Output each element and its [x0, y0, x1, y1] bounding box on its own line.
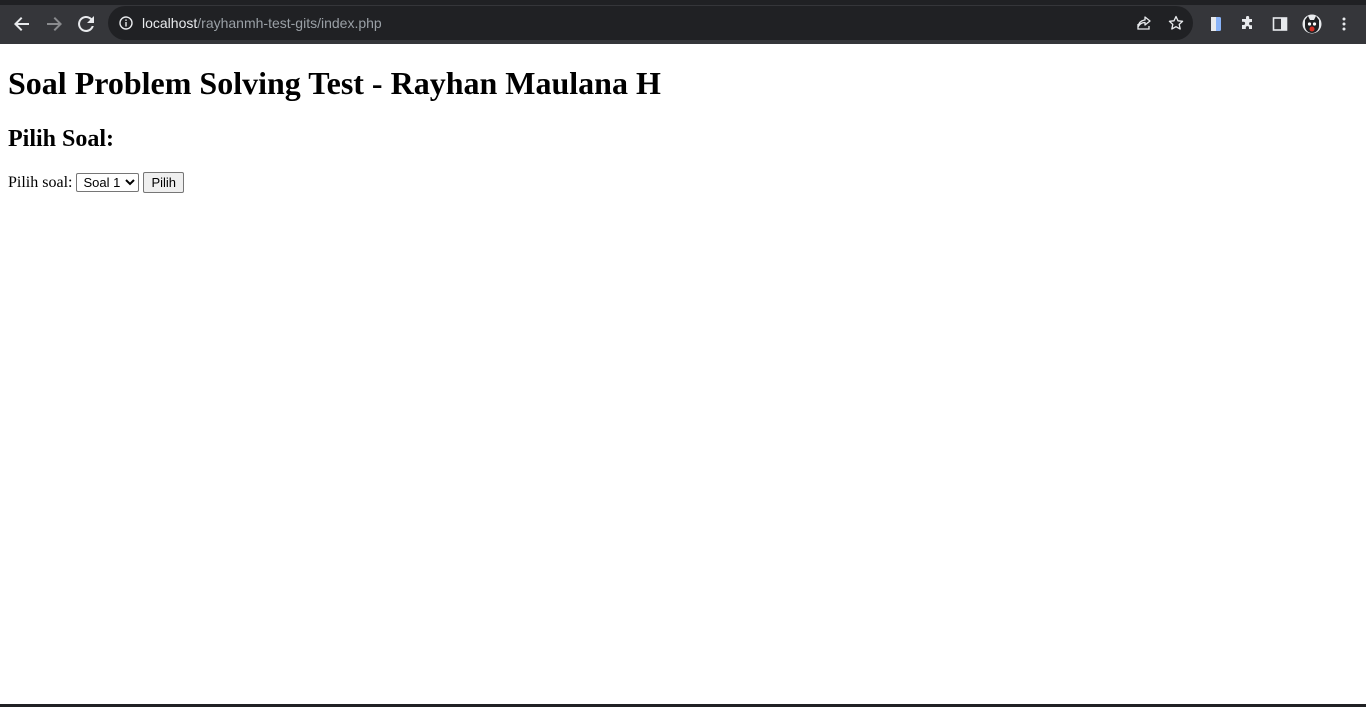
puzzle-icon: [1242, 16, 1252, 29]
question-select-label: Pilih soal:: [8, 173, 73, 191]
star-icon[interactable]: [1166, 13, 1186, 33]
back-icon: [14, 17, 29, 31]
menu-button[interactable]: [1329, 9, 1359, 39]
reload-icon: [78, 15, 94, 32]
doc-extension-icon: [1211, 17, 1221, 31]
side-panel-icon: [1272, 17, 1288, 31]
address-bar[interactable]: localhost/rayhanmh-test-gits/index.php: [108, 6, 1193, 40]
share-icon[interactable]: [1134, 13, 1154, 33]
url-path: /rayhanmh-test-gits/index.php: [197, 15, 382, 31]
forward-icon: [47, 17, 62, 31]
forward-button[interactable]: [39, 9, 69, 39]
question-select[interactable]: Soal 1: [76, 173, 140, 192]
url-host: localhost: [142, 15, 198, 31]
extensions-button[interactable]: [1233, 9, 1263, 39]
profile-avatar[interactable]: [1297, 9, 1327, 39]
question-form: Pilih soal: Soal 1 Pilih: [8, 172, 1358, 193]
doc-extension-button[interactable]: [1201, 9, 1231, 39]
reload-button[interactable]: [71, 9, 101, 39]
pilih-button[interactable]: Pilih: [143, 172, 185, 193]
menu-icon: [1342, 17, 1346, 31]
section-heading: Pilih Soal:: [8, 126, 115, 152]
browser-toolbar: localhost/rayhanmh-test-gits/index.php: [0, 0, 1366, 44]
page-title: Soal Problem Solving Test - Rayhan Maula…: [8, 65, 661, 101]
info-icon[interactable]: [118, 15, 134, 31]
page-content: Soal Problem Solving Test - Rayhan Maula…: [8, 44, 1358, 193]
back-button[interactable]: [7, 9, 37, 39]
side-panel-button[interactable]: [1265, 9, 1295, 39]
url-text[interactable]: localhost/rayhanmh-test-gits/index.php: [142, 14, 382, 32]
